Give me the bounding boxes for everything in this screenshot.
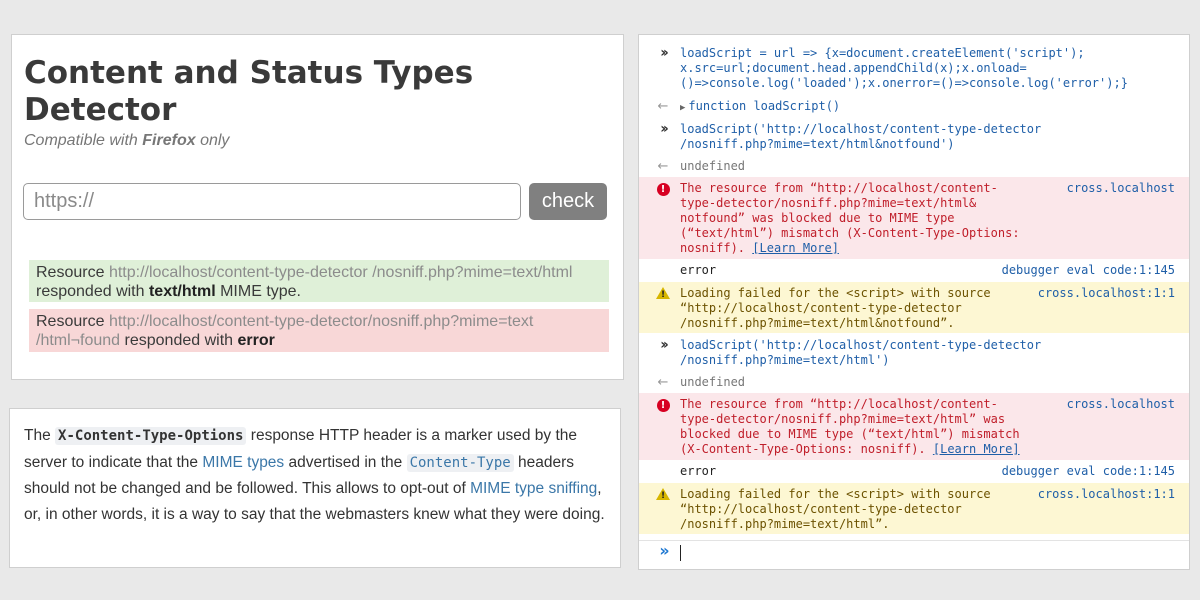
message-line: Loading failed for the <script> with sou…: [680, 286, 991, 300]
error-icon: !: [655, 397, 671, 412]
mime-sniffing-link[interactable]: MIME type sniffing: [470, 480, 597, 497]
error-icon: !: [655, 181, 671, 196]
learn-more-link[interactable]: [Learn More]: [752, 241, 839, 255]
message-source-link[interactable]: debugger eval code:1:145: [1002, 263, 1175, 278]
input-chevron-icon: ››: [660, 45, 669, 61]
console-return: ← undefined: [639, 375, 1189, 392]
console-input-code[interactable]: loadScript('http://localhost/content-typ…: [680, 122, 1041, 152]
web-console: ›› loadScript = url => {x=document.creat…: [638, 34, 1190, 570]
code-line: /nosniff.php?mime=text/html&notfound'): [680, 137, 955, 151]
console-warning: Loading failed for the <script> with sou…: [639, 483, 1189, 534]
desc-part-1: The: [24, 427, 51, 444]
input-chevron-icon: ››: [660, 121, 669, 137]
subtitle-suffix: only: [200, 132, 230, 149]
message-line: /nosniff.php?mime=text/html&notfound”.: [680, 316, 955, 330]
code-line: ()=>console.log('loaded');x.onerror=()=>…: [680, 76, 1128, 90]
prompt-chevron-icon: ››: [659, 541, 669, 560]
message-line: “http://localhost/content-type-detector: [680, 301, 962, 315]
result-prefix: Resource: [36, 264, 105, 281]
result-url: http://localhost/content-type-detector/n…: [36, 313, 534, 349]
result-success: Resource http://localhost/content-type-d…: [29, 260, 609, 302]
input-chevron-icon: ››: [660, 337, 669, 353]
message-line: Loading failed for the <script> with sou…: [680, 487, 991, 501]
subtitle-prefix: Compatible with: [24, 132, 138, 149]
result-url: http://localhost/content-type-detector /…: [108, 264, 573, 281]
header-name-code: X-Content-Type-Options: [55, 427, 247, 445]
description-panel: The X-Content-Type-Options response HTTP…: [9, 408, 621, 568]
detector-panel: Content and Status Types Detector Compat…: [11, 34, 624, 380]
code-line: x.src=url;document.head.appendChild(x);x…: [680, 61, 1027, 75]
console-input-code[interactable]: loadScript = url => {x=document.createEl…: [680, 46, 1128, 91]
page-title: Content and Status Types Detector: [24, 55, 474, 128]
console-input: ›› loadScript = url => {x=document.creat…: [639, 46, 1189, 94]
message-source-link[interactable]: cross.localhost:1:1: [1038, 286, 1175, 301]
result-middle: responded with: [124, 332, 234, 349]
return-arrow-icon: ←: [657, 99, 669, 114]
message-line: “http://localhost/content-type-detector: [680, 502, 962, 516]
content-type-code: Content-Type: [406, 453, 514, 472]
result-suffix: MIME type.: [220, 283, 301, 300]
console-input-code[interactable]: loadScript('http://localhost/content-typ…: [680, 338, 1041, 368]
code-line: loadScript = url => {x=document.createEl…: [680, 46, 1085, 60]
message-line: notfound” was blocked due to MIME type: [680, 211, 955, 225]
message-line: The resource from “http://localhost/cont…: [680, 397, 998, 411]
return-text: function loadScript(): [688, 99, 841, 113]
return-arrow-icon: ←: [657, 159, 669, 174]
log-text: error: [680, 464, 717, 478]
console-warning: Loading failed for the <script> with sou…: [639, 282, 1189, 333]
desc-part-3: advertised in the: [288, 453, 403, 471]
compatibility-note: Compatible with Firefox only: [24, 132, 229, 150]
error-message: The resource from “http://localhost/cont…: [680, 181, 1020, 256]
console-input: ›› loadScript('http://localhost/content-…: [639, 338, 1189, 370]
text-cursor: [680, 545, 681, 561]
console-return: ← undefined: [639, 159, 1189, 176]
description-text: The X-Content-Type-Options response HTTP…: [24, 423, 606, 527]
message-line: (X-Content-Type-Options: nosniff).: [680, 442, 926, 456]
console-return: ← ▶ function loadScript(): [639, 99, 1189, 116]
console-log: error debugger eval code:1:145: [639, 263, 1189, 280]
console-log: error debugger eval code:1:145: [639, 464, 1189, 481]
console-error: ! The resource from “http://localhost/co…: [639, 393, 1189, 460]
return-text: undefined: [680, 159, 746, 173]
mime-types-link[interactable]: MIME types: [202, 454, 284, 471]
check-button[interactable]: check: [529, 183, 607, 220]
message-line: type-detector/nosniff.php?mime=text/html…: [680, 412, 1006, 426]
message-line: (“text/html”) mismatch (X-Content-Type-O…: [680, 226, 1020, 240]
warning-message: Loading failed for the <script> with sou…: [680, 487, 991, 532]
expand-triangle-icon[interactable]: ▶: [680, 103, 685, 113]
result-type: error: [237, 332, 275, 349]
code-line: loadScript('http://localhost/content-typ…: [680, 338, 1042, 352]
message-source-link[interactable]: cross.localhost:1:1: [1038, 487, 1175, 502]
log-text: error: [680, 263, 717, 277]
return-arrow-icon: ←: [657, 375, 669, 390]
console-prompt[interactable]: ››: [639, 540, 1189, 562]
url-input[interactable]: [23, 183, 521, 220]
message-line: The resource from “http://localhost/cont…: [680, 181, 998, 195]
learn-more-link[interactable]: [Learn More]: [933, 442, 1020, 456]
code-line: /nosniff.php?mime=text/html'): [680, 353, 890, 367]
console-error: ! The resource from “http://localhost/co…: [639, 177, 1189, 259]
message-source-link[interactable]: cross.localhost: [1067, 181, 1175, 196]
console-input: ›› loadScript('http://localhost/content-…: [639, 122, 1189, 154]
result-prefix: Resource: [36, 313, 105, 330]
message-line: nosniff).: [680, 241, 746, 255]
warning-message: Loading failed for the <script> with sou…: [680, 286, 991, 331]
result-error: Resource http://localhost/content-type-d…: [29, 309, 609, 352]
message-line: type-detector/nosniff.php?mime=text/html…: [680, 196, 977, 210]
warning-icon: [655, 488, 671, 504]
return-text: undefined: [680, 375, 746, 389]
message-source-link[interactable]: debugger eval code:1:145: [1002, 464, 1175, 479]
subtitle-browser: Firefox: [142, 132, 196, 149]
result-type: text/html: [148, 283, 216, 300]
code-line: loadScript('http://localhost/content-typ…: [680, 122, 1042, 136]
message-line: blocked due to MIME type (“text/html”) m…: [680, 427, 1020, 441]
result-middle: responded with: [36, 283, 145, 300]
message-line: /nosniff.php?mime=text/html”.: [680, 517, 890, 531]
message-source-link[interactable]: cross.localhost: [1067, 397, 1175, 412]
error-message: The resource from “http://localhost/cont…: [680, 397, 1020, 457]
console-return-value[interactable]: ▶ function loadScript(): [680, 99, 840, 116]
warning-icon: [655, 287, 671, 303]
